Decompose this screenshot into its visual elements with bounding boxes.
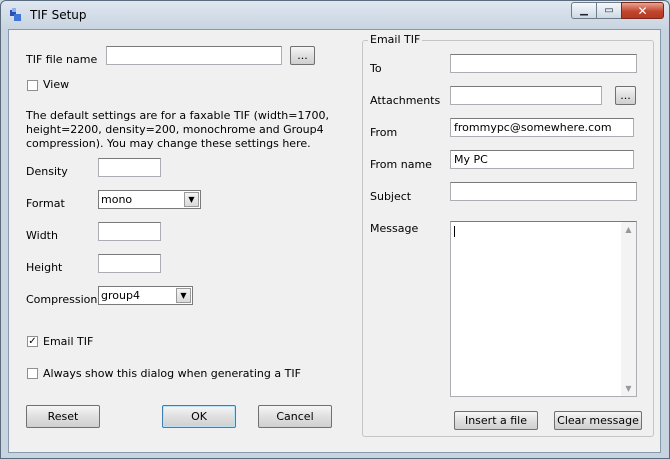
close-icon: ✕ xyxy=(637,3,648,18)
always-show-label: Always show this dialog when generating … xyxy=(43,367,301,380)
density-label: Density xyxy=(26,165,68,178)
scroll-down-icon[interactable]: ▼ xyxy=(621,381,636,396)
app-icon xyxy=(8,7,24,23)
height-input[interactable] xyxy=(98,254,161,273)
tif-setup-window: TIF Setup ▁ ▭ ✕ TIF file name ... View T… xyxy=(0,0,670,459)
compression-value: group4 xyxy=(101,289,140,302)
subject-input[interactable] xyxy=(450,182,637,201)
dialog-client-area: TIF file name ... View The default setti… xyxy=(8,29,661,453)
always-show-checkbox[interactable] xyxy=(27,368,38,379)
compression-label: Compression xyxy=(26,293,98,306)
attachments-browse-button[interactable]: ... xyxy=(615,86,636,105)
format-select[interactable]: mono ▼ xyxy=(98,190,201,209)
text-caret xyxy=(454,226,455,237)
defaults-description: The default settings are for a faxable T… xyxy=(26,109,329,150)
view-checkbox[interactable] xyxy=(27,80,38,91)
density-input[interactable] xyxy=(98,158,161,177)
format-value: mono xyxy=(101,193,133,206)
attachments-input[interactable] xyxy=(450,86,602,105)
width-label: Width xyxy=(26,229,58,242)
subject-label: Subject xyxy=(370,190,412,203)
cancel-button[interactable]: Cancel xyxy=(258,405,332,428)
to-input[interactable] xyxy=(450,54,637,73)
chevron-down-icon[interactable]: ▼ xyxy=(184,192,199,207)
from-name-input[interactable]: My PC xyxy=(450,150,634,169)
email-tif-group-title: Email TIF xyxy=(368,33,423,46)
reset-button[interactable]: Reset xyxy=(26,405,100,428)
maximize-button[interactable]: ▭ xyxy=(596,2,622,19)
message-label: Message xyxy=(370,222,419,235)
compression-select[interactable]: group4 ▼ xyxy=(98,286,193,305)
message-scrollbar[interactable]: ▲ ▼ xyxy=(621,222,636,396)
insert-file-button[interactable]: Insert a file xyxy=(454,411,538,430)
tif-file-name-label: TIF file name xyxy=(26,53,98,66)
scroll-up-icon[interactable]: ▲ xyxy=(621,222,636,237)
email-tif-checkbox[interactable]: ✓ xyxy=(27,336,38,347)
tif-file-browse-button[interactable]: ... xyxy=(290,46,315,65)
height-label: Height xyxy=(26,261,63,274)
message-textarea[interactable]: ▲ ▼ xyxy=(450,221,637,397)
check-icon: ✓ xyxy=(28,335,37,347)
maximize-icon: ▭ xyxy=(604,5,614,16)
from-input[interactable]: frommypc@somewhere.com xyxy=(450,118,634,137)
minimize-button[interactable]: ▁ xyxy=(571,2,597,19)
attachments-label: Attachments xyxy=(370,94,441,107)
tif-file-name-input[interactable] xyxy=(106,46,282,65)
to-label: To xyxy=(370,62,382,75)
format-label: Format xyxy=(26,197,65,210)
title-bar[interactable]: TIF Setup ▁ ▭ ✕ xyxy=(1,1,669,29)
clear-message-button[interactable]: Clear message xyxy=(554,411,642,430)
view-label: View xyxy=(43,78,70,91)
window-title: TIF Setup xyxy=(30,8,87,22)
close-button[interactable]: ✕ xyxy=(621,2,664,19)
email-tif-label: Email TIF xyxy=(43,335,94,348)
ok-button[interactable]: OK xyxy=(162,405,236,428)
chevron-down-icon[interactable]: ▼ xyxy=(176,288,191,303)
from-name-label: From name xyxy=(370,158,432,171)
from-label: From xyxy=(370,126,398,139)
minimize-icon: ▁ xyxy=(580,5,588,16)
width-input[interactable] xyxy=(98,222,161,241)
